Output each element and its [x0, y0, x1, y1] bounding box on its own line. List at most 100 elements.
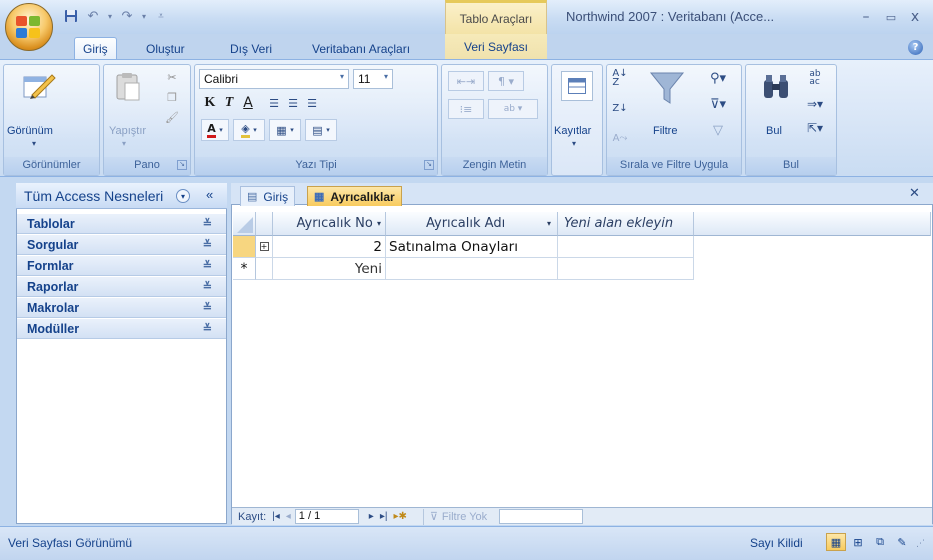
pivot-table-view-icon[interactable]: ⊞	[848, 533, 868, 551]
new-record-icon[interactable]: ▸✱	[393, 511, 406, 522]
expand-row-icon[interactable]: +	[256, 236, 273, 258]
pivot-chart-view-icon[interactable]: ⧉	[870, 533, 890, 551]
new-record-marker[interactable]: *	[233, 258, 256, 280]
doc-tab-home[interactable]: ▤ Giriş	[240, 186, 296, 206]
cell-new-add-field[interactable]	[558, 258, 694, 280]
goto-icon[interactable]: ⇒▾	[802, 95, 828, 113]
nav-pane-title: Tüm Access Nesneleri	[24, 187, 164, 204]
column-dropdown-icon[interactable]: ▾	[547, 219, 551, 228]
records-button[interactable]: Kayıtlar	[554, 125, 591, 137]
clear-sort-icon[interactable]: A⤳	[611, 129, 629, 147]
alternate-fill-button[interactable]: ▤ ▾	[305, 119, 337, 141]
filter-button[interactable]: Filtre	[653, 125, 677, 137]
sort-ascending-icon[interactable]: A↓ Z	[611, 69, 629, 88]
format-painter-icon[interactable]: 🖌	[164, 109, 180, 125]
tab-create[interactable]: Oluştur	[138, 38, 193, 59]
highlight-icon[interactable]: ab ▾	[488, 99, 538, 119]
paragraph-direction-icon[interactable]: ¶ ▾	[488, 71, 524, 91]
column-dropdown-icon[interactable]: ▾	[377, 219, 381, 228]
tab-home[interactable]: Giriş	[74, 37, 117, 60]
row-selector[interactable]	[233, 236, 256, 258]
maximize-icon[interactable]: ▭	[880, 9, 902, 25]
nav-pane-header[interactable]: Tüm Access Nesneleri ▾ «	[16, 183, 227, 209]
cut-icon[interactable]: ✂	[164, 69, 180, 85]
group-sort-filter: A↓ Z Z↓ A⤳ Filtre ⚲▾ ⊽▾ ▽ Sırala ve Filtr…	[606, 64, 742, 176]
collapse-pane-icon[interactable]: «	[206, 187, 213, 202]
nav-group-queries[interactable]: Sorgular ≚	[17, 235, 226, 255]
nav-group-tables[interactable]: Tablolar ≚	[17, 214, 226, 234]
copy-icon[interactable]: ❐	[164, 89, 180, 105]
next-record-icon[interactable]: ▸	[369, 511, 374, 522]
close-document-icon[interactable]: ✕	[909, 186, 920, 201]
italic-button[interactable]: T	[220, 93, 238, 113]
save-icon[interactable]	[62, 7, 80, 25]
underline-button[interactable]: A	[239, 93, 257, 113]
previous-record-icon[interactable]: ◂	[286, 511, 291, 522]
clipboard-launcher-icon[interactable]: ↘	[177, 160, 187, 170]
nav-pane-menu-icon[interactable]: ▾	[176, 189, 190, 203]
close-icon[interactable]: x	[904, 9, 926, 25]
cell-new-name[interactable]	[386, 258, 558, 280]
nav-group-label: Formlar	[27, 258, 74, 273]
font-color-button[interactable]: A ▾	[201, 119, 229, 141]
filter-status[interactable]: ⊽ Filtre Yok	[422, 508, 487, 525]
cell-new-id[interactable]: Yeni	[273, 258, 386, 280]
nav-group-forms[interactable]: Formlar ≚	[17, 256, 226, 276]
nav-group-reports[interactable]: Raporlar ≚	[17, 277, 226, 297]
office-button[interactable]	[5, 3, 53, 51]
datasheet-view-icon[interactable]: ▦	[826, 533, 846, 551]
first-record-icon[interactable]: |◂	[272, 511, 280, 522]
tab-datasheet[interactable]: Veri Sayfası	[445, 34, 547, 59]
nav-group-macros[interactable]: Makrolar ≚	[17, 298, 226, 318]
undo-dropdown-icon[interactable]: ▾	[106, 7, 114, 25]
font-size-combo[interactable]: 11 ▾	[353, 69, 393, 89]
font-launcher-icon[interactable]: ↘	[424, 160, 434, 170]
column-header-id[interactable]: Ayrıcalık No ▾	[273, 212, 386, 236]
align-right-icon[interactable]: ☰	[303, 93, 321, 113]
column-header-empty	[694, 212, 931, 236]
selection-filter-icon[interactable]: ⚲▾	[703, 69, 733, 87]
search-input[interactable]	[499, 509, 584, 524]
cell-new-field[interactable]	[558, 236, 694, 258]
view-dropdown-icon[interactable]: ▾	[32, 139, 36, 148]
indent-icon[interactable]: ⇤⇥	[448, 71, 484, 91]
cell-name[interactable]: Satınalma Onayları	[386, 236, 558, 258]
redo-icon[interactable]: ↷	[118, 7, 136, 25]
select-all-corner[interactable]	[233, 212, 256, 236]
customize-qat-icon[interactable]: ⩡	[152, 7, 170, 25]
view-button[interactable]: Görünüm	[7, 125, 53, 137]
cell-id[interactable]: 2	[273, 236, 386, 258]
resize-grip-icon[interactable]: ⋰	[916, 539, 925, 549]
column-header-name[interactable]: Ayrıcalık Adı ▾	[386, 212, 558, 236]
toggle-filter-icon[interactable]: ▽	[703, 121, 733, 139]
nav-group-modules[interactable]: Modüller ≚	[17, 319, 226, 339]
gridlines-button[interactable]: ▦ ▾	[269, 119, 301, 141]
paste-button[interactable]: Yapıştır	[109, 125, 146, 137]
align-left-icon[interactable]: ☰	[265, 93, 283, 113]
tab-external-data[interactable]: Dış Veri	[222, 38, 280, 59]
help-icon[interactable]: ?	[908, 40, 923, 55]
column-header-add-field[interactable]: Yeni alan ekleyin	[558, 212, 694, 236]
doc-tab-privileges[interactable]: ▦ Ayrıcalıklar	[307, 186, 402, 206]
design-view-icon[interactable]: ✎	[892, 533, 912, 551]
replace-icon[interactable]: ab ac	[802, 69, 828, 87]
minimize-icon[interactable]: –	[855, 9, 877, 25]
last-record-icon[interactable]: ▸|	[380, 511, 388, 522]
align-center-icon[interactable]: ☰	[284, 93, 302, 113]
font-name-combo[interactable]: Calibri ▾	[199, 69, 349, 89]
sort-descending-icon[interactable]: Z↓	[611, 99, 629, 117]
record-position-field[interactable]: 1 / 1	[294, 509, 359, 524]
bold-button[interactable]: K	[201, 93, 219, 113]
nav-group-label: Raporlar	[27, 279, 79, 294]
records-dropdown-icon[interactable]: ▾	[572, 139, 576, 148]
nav-group-label: Tablolar	[27, 216, 75, 231]
bullets-icon[interactable]: ⁝≡	[448, 99, 484, 119]
find-button[interactable]: Bul	[766, 125, 782, 137]
advanced-filter-icon[interactable]: ⊽▾	[703, 95, 733, 113]
redo-dropdown-icon[interactable]: ▾	[140, 7, 148, 25]
select-icon[interactable]: ⇱▾	[802, 119, 828, 137]
fill-color-button[interactable]: ◈ ▾	[233, 119, 265, 141]
paste-dropdown-icon[interactable]: ▾	[122, 139, 126, 148]
tab-database-tools[interactable]: Veritabanı Araçları	[304, 38, 418, 59]
undo-icon[interactable]: ↶	[84, 7, 102, 25]
